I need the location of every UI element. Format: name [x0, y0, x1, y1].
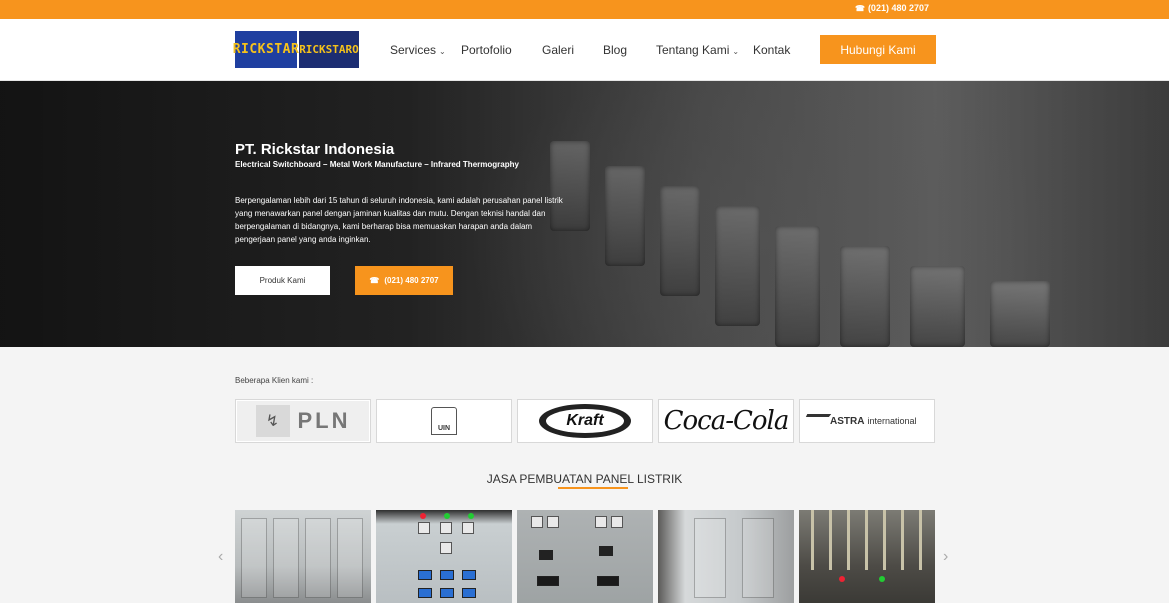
service-thumbnail-2[interactable] — [376, 510, 512, 603]
nav-item-label: Blog — [603, 43, 628, 57]
astra-suffix: international — [867, 416, 917, 426]
section-underline — [558, 487, 628, 489]
lightning-icon: ↯ — [255, 405, 290, 437]
call-button[interactable]: ☎ (021) 480 2707 — [355, 266, 453, 295]
panel-door-shape — [273, 518, 299, 598]
panel-door-shape — [305, 518, 331, 598]
service-thumbnail-1[interactable] — [235, 510, 371, 603]
logo-part-1: RICKSTAR — [233, 31, 299, 68]
logo[interactable]: RICKSTAR RICKSTARO — [233, 31, 359, 68]
wire-shape — [865, 510, 868, 570]
carousel-prev-icon[interactable]: ‹ — [218, 548, 223, 566]
client-logo-pln: ↯ PLN — [235, 399, 371, 443]
service-thumbnail-5[interactable] — [799, 510, 935, 603]
panel-door-shape — [241, 518, 267, 598]
client-logo-astra: ASTRA international — [799, 399, 935, 443]
topbar-phone-number: (021) 480 2707 — [867, 3, 929, 13]
meter-icon — [547, 516, 559, 528]
meter-icon — [462, 522, 474, 534]
indicator-lamp — [420, 513, 426, 519]
display-screen — [597, 576, 619, 586]
meter-icon — [611, 516, 623, 528]
nav-item-label: Services — [390, 43, 437, 57]
indicator-lamp — [879, 576, 885, 582]
hero-overlay — [0, 81, 1169, 347]
nav-item-label: Kontak — [753, 43, 791, 57]
indicator-lamp — [468, 513, 474, 519]
nav-item-label: Tentang Kami — [656, 43, 730, 57]
cocacola-text: Coca-Cola — [663, 406, 790, 436]
nav-item-portofolio[interactable]: Portofolio — [461, 43, 512, 57]
nav-item-services[interactable]: Services ⌄ — [390, 43, 446, 57]
phone-icon: ☎ — [369, 276, 380, 285]
hero-description: Berpengalaman lebih dari 15 tahun di sel… — [235, 196, 563, 244]
topbar-phone[interactable]: ☎ (021) 480 2707 — [855, 3, 929, 13]
service-thumbnail-4[interactable] — [658, 510, 794, 603]
contact-us-button[interactable]: Hubungi Kami — [820, 35, 936, 64]
uin-emblem-icon: UIN — [431, 407, 457, 435]
chevron-down-icon: ⌄ — [439, 47, 446, 56]
display-screen — [539, 550, 553, 560]
nav-item-galeri[interactable]: Galeri — [542, 43, 574, 57]
display-screen — [462, 588, 476, 598]
section-title: JASA PEMBUATAN PANEL LISTRIK — [486, 472, 683, 486]
client-logo-kraft: Kraft — [517, 399, 653, 443]
astra-mark-icon — [800, 414, 832, 428]
clients-label: Beberapa Klien kami : — [235, 376, 314, 385]
meter-icon — [595, 516, 607, 528]
client-logo-cocacola: Coca-Cola — [658, 399, 794, 443]
meter-icon — [440, 522, 452, 534]
display-screen — [537, 576, 559, 586]
service-thumbnail-3[interactable] — [517, 510, 653, 603]
wire-shape — [919, 510, 922, 570]
astra-text: ASTRA — [830, 415, 865, 427]
panel-door-shape — [742, 518, 774, 598]
meter-icon — [531, 516, 543, 528]
phone-icon: ☎ — [854, 4, 865, 13]
nav-item-kontak[interactable]: Kontak — [753, 43, 790, 57]
meter-icon — [440, 542, 452, 554]
client-logo-uin: UIN — [376, 399, 512, 443]
nav-item-label: Galeri — [542, 43, 575, 57]
chevron-down-icon: ⌄ — [732, 47, 740, 56]
hero-title: PT. Rickstar Indonesia — [235, 141, 395, 158]
kraft-text: Kraft — [546, 409, 624, 433]
nav-item-tentang-kami[interactable]: Tentang Kami ⌄ — [656, 43, 739, 57]
display-screen — [440, 588, 454, 598]
display-screen — [418, 588, 432, 598]
hero-subtitle: Electrical Switchboard – Metal Work Manu… — [235, 160, 519, 169]
wire-shape — [811, 510, 814, 570]
call-button-label: (021) 480 2707 — [384, 276, 439, 285]
panel-door-shape — [694, 518, 726, 598]
main-navbar: RICKSTAR RICKSTARO Services ⌄ Portofolio … — [0, 19, 1169, 81]
wire-shape — [883, 510, 886, 570]
panel-door-shape — [337, 518, 363, 598]
wire-shape — [901, 510, 904, 570]
pln-text: PLN — [297, 408, 351, 433]
logo-part-2: RICKSTARO — [299, 31, 359, 68]
kraft-logo: Kraft — [539, 404, 631, 438]
display-screen — [418, 570, 432, 580]
wire-shape — [847, 510, 850, 570]
wire-shape — [829, 510, 832, 570]
carousel-next-icon[interactable]: › — [943, 548, 948, 566]
display-screen — [599, 546, 613, 556]
pln-logo: ↯ PLN — [237, 401, 369, 441]
display-screen — [440, 570, 454, 580]
display-screen — [462, 570, 476, 580]
meter-icon — [418, 522, 430, 534]
nav-item-blog[interactable]: Blog — [603, 43, 627, 57]
top-bar: ☎ (021) 480 2707 — [0, 0, 1169, 19]
products-button[interactable]: Produk Kami — [235, 266, 330, 295]
indicator-lamp — [444, 513, 450, 519]
nav-item-label: Portofolio — [461, 43, 512, 57]
astra-logo: ASTRA international — [800, 414, 930, 428]
indicator-lamp — [839, 576, 845, 582]
hero-banner: PT. Rickstar Indonesia Electrical Switch… — [0, 81, 1169, 347]
